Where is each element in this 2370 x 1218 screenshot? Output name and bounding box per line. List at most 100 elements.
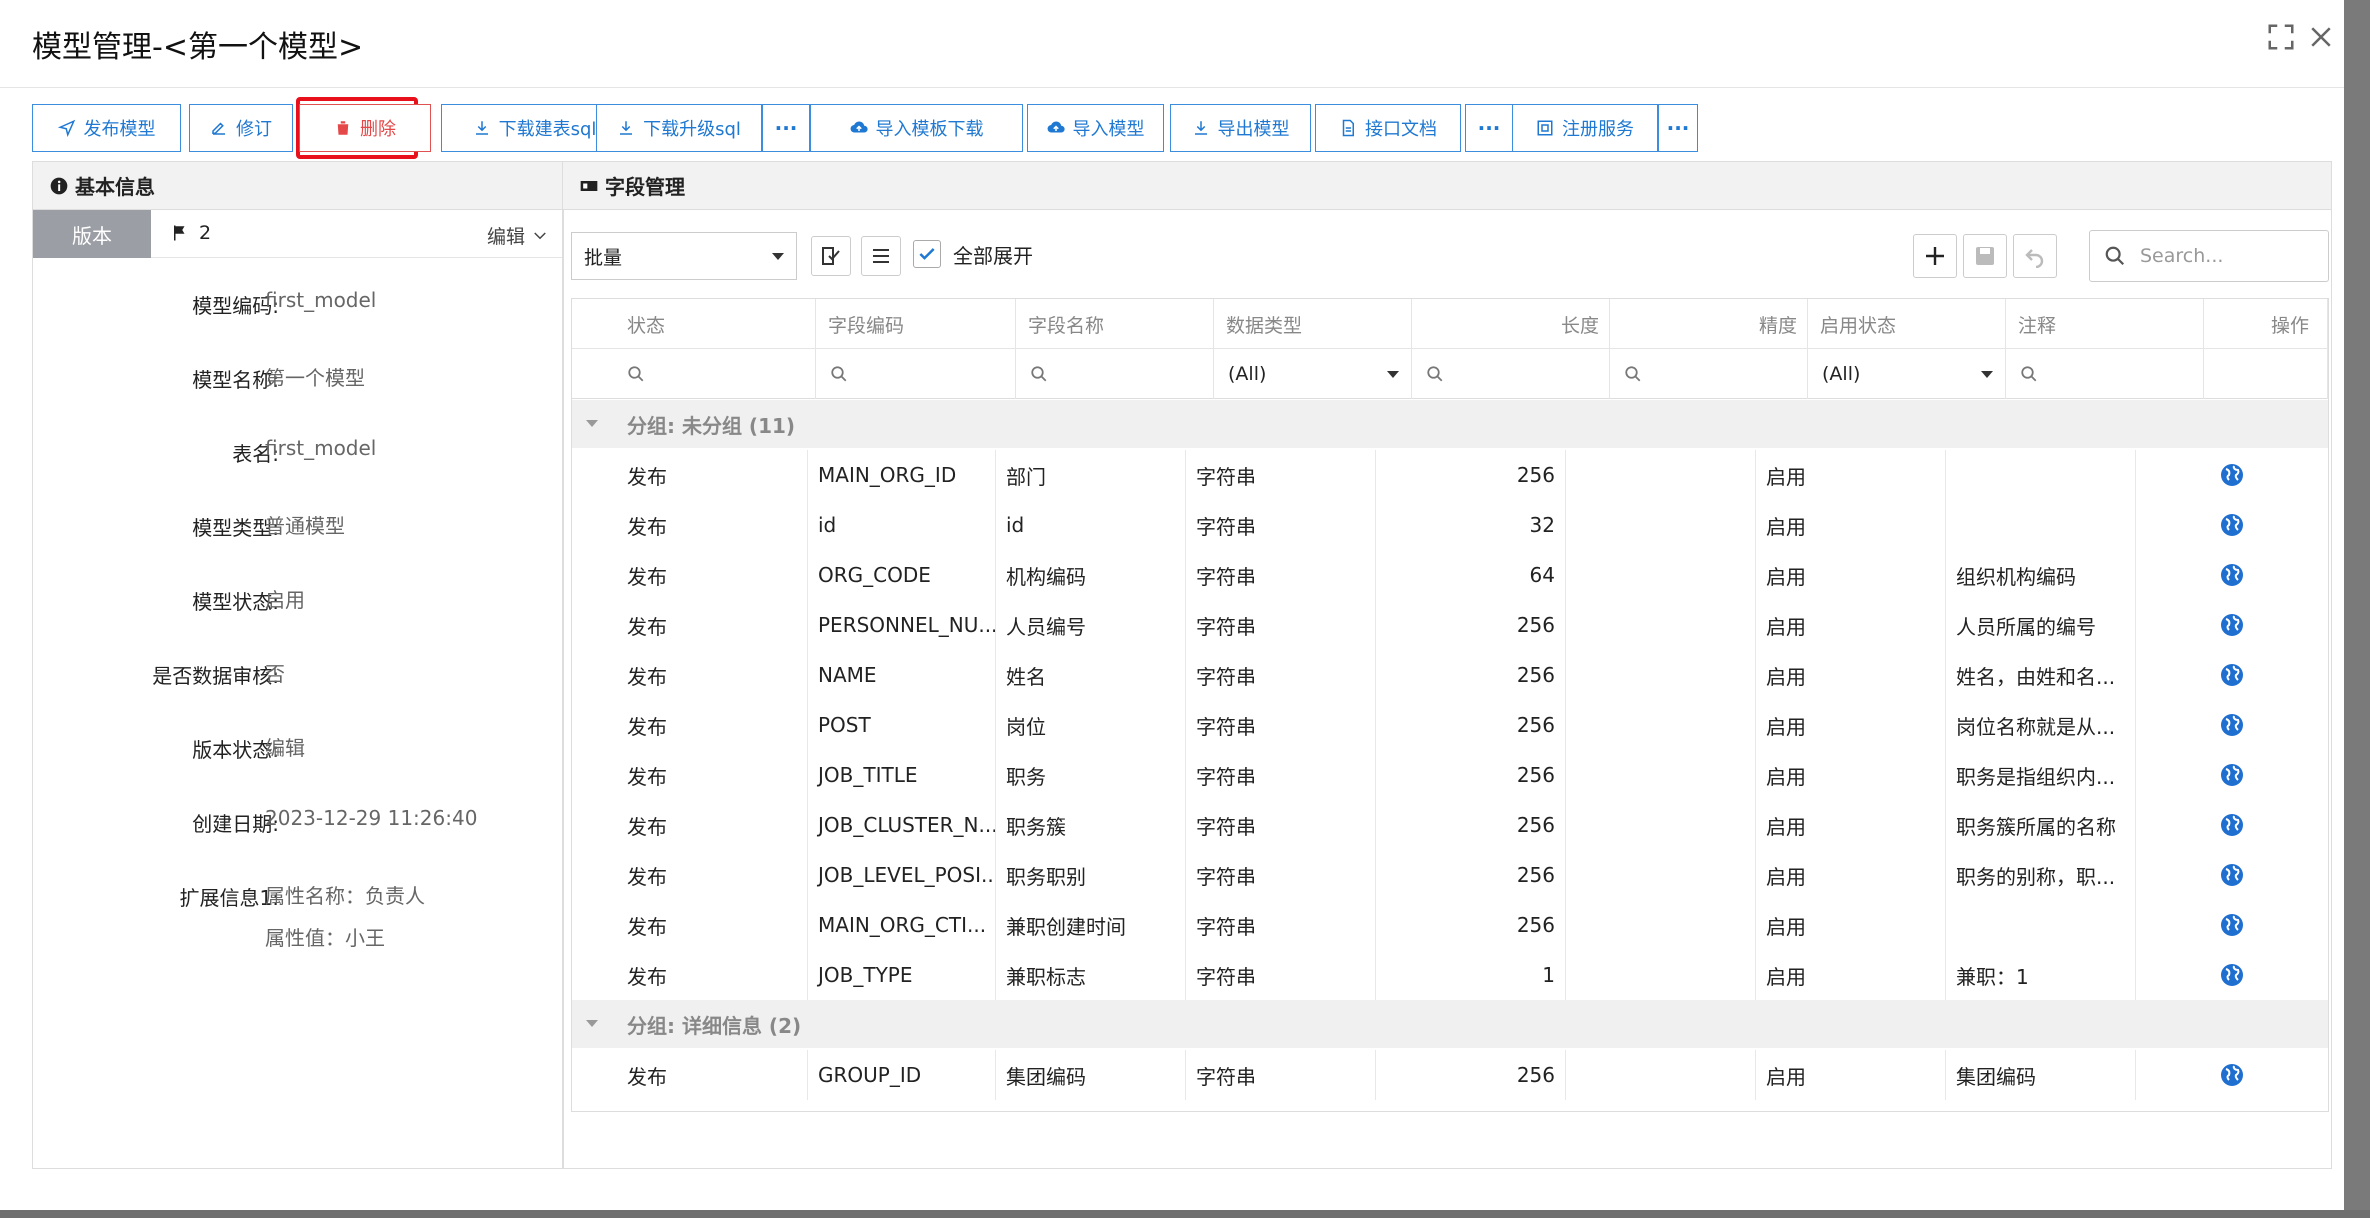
filter-cell: [2204, 349, 2328, 399]
filter-cell[interactable]: (All): [1808, 349, 2006, 399]
field-icon: [580, 180, 598, 191]
column-header[interactable]: 操作: [2204, 299, 2328, 349]
flag-icon: [174, 225, 185, 241]
table-row[interactable]: 发布 PERSONNEL_NU... 人员编号 字符串 256 启用 人员所属的编号: [572, 600, 2328, 650]
globe-icon[interactable]: [2220, 763, 2244, 787]
table-cell: 发布: [572, 900, 808, 950]
globe-icon[interactable]: [2220, 463, 2244, 487]
globe-icon[interactable]: [2220, 713, 2244, 737]
filter-cell[interactable]: (All): [1214, 349, 1412, 399]
table-row[interactable]: 发布 JOB_CLUSTER_N... 职务簇 字符串 256 启用 职务簇所属的名称: [572, 800, 2328, 850]
table-cell: 256: [1376, 1050, 1566, 1100]
globe-icon[interactable]: [2220, 513, 2244, 537]
table-row[interactable]: 发布 ORG_CODE 机构编码 字符串 64 启用 组织机构编码: [572, 550, 2328, 600]
table-cell: 启用: [1756, 1050, 1946, 1100]
table-row[interactable]: 发布 id id 字符串 32 启用: [572, 500, 2328, 550]
more-button-3[interactable]: ···: [1658, 104, 1698, 152]
export-model-button[interactable]: 导出模型: [1170, 104, 1311, 152]
globe-icon[interactable]: [2220, 963, 2244, 987]
expand-all-checkbox[interactable]: [913, 240, 941, 268]
info-value: 属性名称：负责人: [265, 884, 425, 908]
version-edit-dropdown[interactable]: 编辑: [487, 222, 549, 249]
download-icon: [1194, 121, 1207, 135]
column-header[interactable]: 启用状态: [1808, 299, 2006, 349]
more-button-2[interactable]: ···: [1465, 104, 1513, 152]
column-header[interactable]: 数据类型: [1214, 299, 1412, 349]
register-service-button[interactable]: 注册服务: [1512, 104, 1658, 152]
column-header[interactable]: 字段编码: [816, 299, 1016, 349]
table-row[interactable]: 发布 MAIN_ORG_CTI... 兼职创建时间 字符串 256 启用: [572, 900, 2328, 950]
api-doc-button[interactable]: 接口文档: [1315, 104, 1461, 152]
collapse-caret-icon[interactable]: [586, 420, 598, 427]
info-value: first_model: [265, 436, 377, 460]
search-icon: [1625, 366, 1641, 382]
maximize-icon[interactable]: [2266, 22, 2300, 56]
add-field-button[interactable]: [1913, 234, 1957, 278]
revise-button[interactable]: 修订: [189, 104, 293, 152]
globe-icon[interactable]: [2220, 913, 2244, 937]
select-toggle-button[interactable]: [811, 236, 851, 276]
more-button-1[interactable]: ···: [762, 104, 810, 152]
version-number: 2: [199, 222, 212, 244]
globe-icon[interactable]: [2220, 663, 2244, 687]
column-header[interactable]: 精度: [1610, 299, 1808, 349]
table-row[interactable]: 发布 POST 岗位 字符串 256 启用 岗位名称就是从...: [572, 700, 2328, 750]
cloud-upload-icon: [850, 121, 868, 133]
model-management-dialog: 模型管理-<第一个模型> 基本信息 版本 2 编辑 模型编码: first_mod…: [0, 0, 2344, 1210]
import-template-download-button[interactable]: 导入模板下载: [810, 104, 1023, 152]
collapse-caret-icon[interactable]: [586, 1020, 598, 1027]
table-cell: 256: [1376, 450, 1566, 500]
search-icon: [2021, 366, 2037, 382]
table-cell: 集团编码: [996, 1050, 1186, 1100]
table-cell: 256: [1376, 700, 1566, 750]
filter-cell[interactable]: [2006, 349, 2204, 399]
batch-select[interactable]: 批量: [571, 232, 797, 280]
globe-icon[interactable]: [2220, 863, 2244, 887]
table-cell: 职务簇: [996, 800, 1186, 850]
table-cell: [2136, 600, 2328, 650]
column-header[interactable]: 长度: [1412, 299, 1610, 349]
group-row[interactable]: 分组: 详细信息 (2): [572, 1000, 2328, 1048]
table-cell: JOB_LEVEL_POSI...: [808, 850, 996, 900]
table-cell: GROUP_ID: [808, 1050, 996, 1100]
column-header[interactable]: 注释: [2006, 299, 2204, 349]
globe-icon[interactable]: [2220, 563, 2244, 587]
table-cell: 组织机构编码: [1946, 550, 2136, 600]
table-row[interactable]: 发布 JOB_TYPE 兼职标志 字符串 1 启用 兼职：1: [572, 950, 2328, 1000]
publish-model-button[interactable]: 发布模型: [32, 104, 181, 152]
globe-icon[interactable]: [2220, 1063, 2244, 1087]
dialog-title-bar: 模型管理-<第一个模型>: [0, 0, 2344, 88]
group-row[interactable]: 分组: 未分组 (11): [572, 400, 2328, 448]
table-row[interactable]: 发布 MAIN_ORG_ID 部门 字符串 256 启用: [572, 450, 2328, 500]
list-view-button[interactable]: [861, 236, 901, 276]
filter-cell[interactable]: [1610, 349, 1808, 399]
globe-icon[interactable]: [2220, 813, 2244, 837]
more-button-2-label: ···: [1477, 116, 1501, 140]
filter-cell[interactable]: [1412, 349, 1610, 399]
filter-cell[interactable]: [572, 349, 816, 399]
table-row[interactable]: 发布 JOB_LEVEL_POSI... 职务职别 字符串 256 启用 职务的别称，职..…: [572, 850, 2328, 900]
download-upgrade-sql-button[interactable]: 下载升级sql: [596, 104, 762, 152]
filter-cell[interactable]: [816, 349, 1016, 399]
globe-icon[interactable]: [2220, 613, 2244, 637]
save-button[interactable]: [1963, 234, 2007, 278]
close-icon[interactable]: [2306, 22, 2340, 56]
edit-icon: [212, 122, 225, 135]
column-header[interactable]: 字段名称: [1016, 299, 1214, 349]
table-cell: 字符串: [1186, 550, 1376, 600]
table-cell: 机构编码: [996, 550, 1186, 600]
undo-button[interactable]: [2013, 234, 2057, 278]
version-tab[interactable]: 版本: [33, 210, 151, 258]
filter-cell[interactable]: [1016, 349, 1214, 399]
api-doc-button-label: 接口文档: [1365, 119, 1437, 140]
table-row[interactable]: 发布 JOB_TITLE 职务 字符串 256 启用 职务是指组织内...: [572, 750, 2328, 800]
search-input[interactable]: Search...: [2089, 230, 2329, 282]
table-row[interactable]: 发布 NAME 姓名 字符串 256 启用 姓名，由姓和名...: [572, 650, 2328, 700]
import-model-button[interactable]: 导入模型: [1027, 104, 1164, 152]
table-cell: [1946, 450, 2136, 500]
delete-button[interactable]: 删除: [299, 104, 431, 152]
column-header[interactable]: 状态: [572, 299, 816, 349]
trash-icon: [336, 121, 350, 135]
table-row[interactable]: 发布 GROUP_ID 集团编码 字符串 256 启用 集团编码: [572, 1050, 2328, 1100]
expand-all-label: 全部展开: [953, 244, 1033, 268]
